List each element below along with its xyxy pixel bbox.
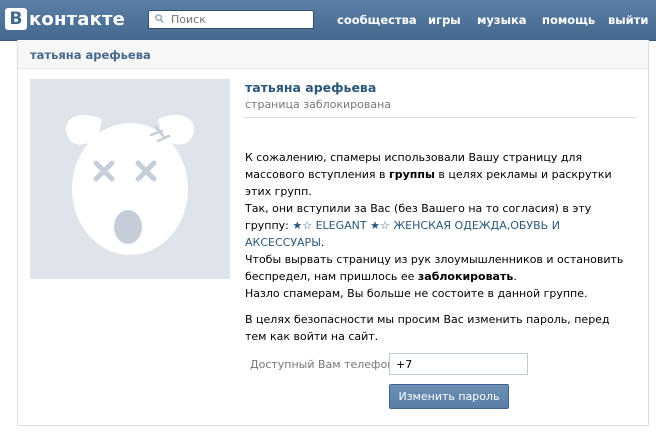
message-paragraph-4: В целях безопасности мы просим Вас измен… [245, 313, 610, 343]
message-paragraph-2: Так, они вступили за Вас (без Вашего на … [245, 200, 630, 251]
vk-logo[interactable]: В контакте [5, 7, 125, 31]
change-password-button[interactable]: Изменить пароль [389, 384, 509, 409]
message-text: Назло спамерам, Вы больше не состоите в … [245, 287, 588, 300]
blocked-dog-avatar-icon [66, 115, 194, 279]
page-content: татьяна арефьева татьяна арефьева страни… [17, 40, 649, 426]
page-title-bar: татьяна арефьева [18, 40, 648, 69]
search-box[interactable] [148, 10, 314, 29]
message-bold-blocked: заблокировать [417, 270, 514, 283]
nav-help[interactable]: помощь [542, 13, 595, 27]
nav-communities[interactable]: сообщества [337, 13, 417, 27]
group-link[interactable]: ★☆ ELEGANT ★☆ ЖЕНСКАЯ ОДЕЖДА,ОБУВЬ И АКС… [245, 219, 560, 249]
phone-input[interactable] [389, 353, 528, 375]
message-paragraph-3: Чтобы вырвать страницу из рук злоумышлен… [245, 251, 630, 302]
divider [243, 117, 636, 118]
profile-name[interactable]: татьяна арефьева [245, 80, 376, 95]
profile-status: страница заблокирована [245, 98, 392, 111]
nav-games[interactable]: игры [428, 13, 461, 27]
message-text: . [320, 236, 325, 249]
search-input[interactable] [171, 12, 311, 27]
nav-music[interactable]: музыка [477, 13, 527, 27]
top-header: В контакте сообщества игры музыка помощь… [0, 0, 656, 41]
message-bold-groups: группы [388, 168, 435, 181]
avatar [30, 79, 230, 279]
page-title: татьяна арефьева [30, 48, 151, 62]
message-text: . [513, 270, 517, 283]
vk-logo-mark: В [5, 8, 27, 30]
nav-logout[interactable]: выйти [608, 13, 648, 27]
message-paragraph-1: К сожалению, спамеры использовали Вашу с… [245, 149, 630, 200]
phone-label: Доступный Вам телефон: [250, 358, 399, 371]
vk-logo-text: контакте [29, 8, 126, 30]
search-icon [155, 14, 164, 23]
